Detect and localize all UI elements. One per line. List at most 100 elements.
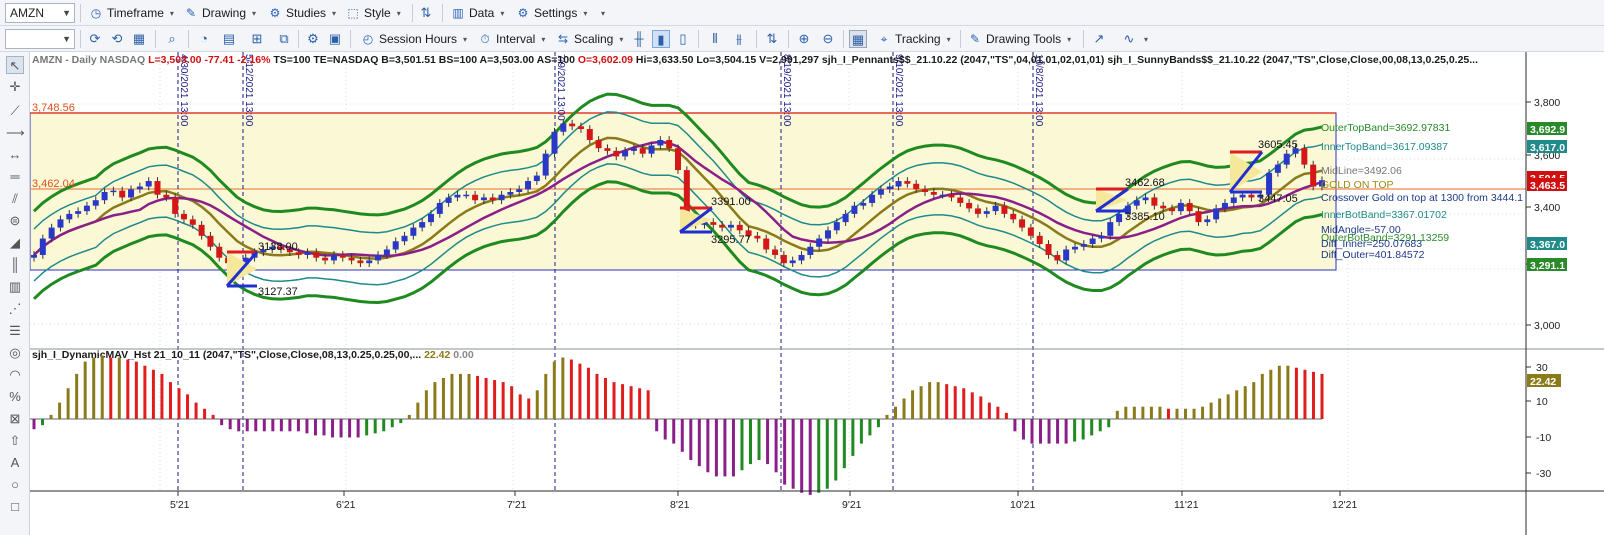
bar-spacing-icon[interactable]: ⫴ (706, 30, 724, 48)
timeframe-menu[interactable]: ◷ Timeframe ▾ (88, 3, 174, 23)
speedometer-icon[interactable]: ◔ (195, 30, 213, 48)
candle-body (586, 129, 593, 140)
candle-body (410, 227, 417, 236)
more-tools-menu[interactable]: ▾ (1138, 29, 1148, 49)
layout-icon[interactable]: ▣ (326, 30, 344, 48)
drawing-tools-menu[interactable]: ✎ Drawing Tools ▾ (967, 29, 1071, 49)
symbol-combo[interactable]: AMZN ▼ (5, 3, 75, 23)
data-menu[interactable]: ▥ Data ▾ (450, 3, 504, 23)
rectangle-icon[interactable]: □ (6, 498, 24, 516)
ellipse-icon[interactable]: ○ (6, 476, 24, 494)
price-axis-label: 3,800 (1534, 97, 1560, 109)
interval-menu[interactable]: ⏱ Interval ▾ (477, 29, 545, 49)
data-window-icon[interactable]: ▤ (220, 30, 238, 48)
format-icon[interactable]: ⚙ (304, 30, 322, 48)
candle-body (348, 257, 355, 261)
candle-body (507, 191, 514, 195)
hline-icon[interactable]: ═ (6, 168, 24, 186)
percent-icon[interactable]: % (6, 388, 24, 406)
andrews-icon[interactable]: ⊠ (6, 410, 24, 428)
fibonacci-icon[interactable]: ⊜ (6, 212, 24, 230)
trendline-icon[interactable]: ⟋ (6, 102, 24, 120)
ray-icon[interactable]: ⟶ (6, 124, 25, 142)
candle-body (1133, 200, 1140, 206)
candle-body (904, 181, 911, 184)
arrow-up-icon[interactable]: ⇧ (6, 432, 24, 450)
bar-width-icon[interactable]: ⫵ (730, 30, 748, 48)
candle-body (877, 189, 884, 195)
magnifier-icon[interactable]: ⌕ (163, 30, 181, 48)
pointer-icon[interactable]: ↖ (6, 56, 24, 74)
candle-body (480, 197, 487, 201)
window-link-icon[interactable]: ⧉ (275, 30, 293, 48)
candle-body (154, 181, 161, 195)
fib-time-icon[interactable]: ▥ (6, 278, 24, 296)
candle-body (145, 181, 152, 187)
tracking-menu[interactable]: ⌖ Tracking ▾ (876, 29, 951, 49)
hollow-candle-icon[interactable]: ▯ (674, 30, 692, 48)
tracking-icon: ⌖ (880, 32, 888, 46)
chart-area[interactable]: 4/30/2021 13:00 5/12/2021 13:00 7/9/2021 1… (29, 52, 1604, 535)
levels-icon[interactable]: ☰ (6, 322, 24, 340)
study-value-label: InnerBotBand=3367.01702 (1321, 209, 1447, 221)
indicator-axis-label: 30 (1536, 362, 1548, 374)
arc-icon[interactable]: ◠ (6, 366, 24, 384)
session-hours-menu[interactable]: ◴ Session Hours ▾ (360, 29, 467, 49)
grid-select-icon[interactable]: ▦ (849, 30, 867, 48)
zoom-in-icon[interactable]: ⊕ (795, 30, 813, 48)
candle-body (189, 219, 196, 225)
indicator-tag-label: 22.42 (1530, 376, 1556, 388)
candle-body (1169, 208, 1176, 212)
chevron-down-icon: ▾ (463, 34, 468, 44)
layout-icon[interactable]: ⇅ (417, 4, 435, 22)
candle-body (1204, 219, 1211, 223)
candle-body (824, 230, 831, 239)
candle-body (136, 186, 143, 190)
text-icon[interactable]: A (6, 454, 24, 472)
refresh-icon[interactable]: ⟳ (86, 30, 104, 48)
settings-menu[interactable]: ⚙ Settings ▾ (515, 3, 588, 23)
vline-icon[interactable]: ║ (6, 256, 24, 274)
trend-chart-icon[interactable]: ↗ (1090, 30, 1108, 48)
candle-body (1151, 197, 1158, 206)
scaling-menu[interactable]: ⇆ Scaling ▾ (555, 29, 623, 49)
indicator-icon[interactable]: ∿ (1120, 30, 1138, 48)
price-label: 3391.00 (711, 196, 751, 208)
candle-body (798, 254, 805, 261)
candle-body (948, 194, 955, 198)
candle-body (657, 139, 664, 146)
refresh-all-icon[interactable]: ⟲ (108, 30, 126, 48)
studies-menu[interactable]: ⚙ Studies ▾ (267, 3, 336, 23)
chart-analysis-icon[interactable]: ⊞ (248, 30, 266, 48)
zoom-out-icon[interactable]: ⊖ (819, 30, 837, 48)
drawing-menu[interactable]: ✎ Drawing ▾ (183, 3, 256, 23)
candle-body (339, 254, 346, 258)
candle-body (816, 238, 823, 247)
spiral-icon[interactable]: ◎ (6, 344, 24, 362)
gann-icon[interactable]: ◢ (6, 234, 24, 252)
study-value-label: OuterTopBand=3692.97831 (1321, 122, 1450, 134)
candle-body (833, 222, 840, 231)
candle-body (401, 235, 408, 242)
layout-icon[interactable]: ⇅ (763, 30, 781, 48)
tracking-label: Tracking (895, 32, 941, 46)
chevron-down-icon[interactable]: ▼ (62, 30, 71, 48)
channel-icon[interactable]: ⫽ (6, 190, 24, 208)
pennant-range-box (29, 112, 1337, 271)
candle-body (974, 208, 981, 214)
grid-icon[interactable]: ▦ (130, 30, 148, 48)
style-menu[interactable]: ⬚ Style ▾ (345, 3, 400, 23)
candle-body (75, 211, 82, 214)
candlestick-icon[interactable]: ▮ (652, 30, 670, 48)
chevron-down-icon[interactable]: ▼ (62, 4, 71, 22)
horizontal-arrows-icon[interactable]: ↔ (6, 146, 24, 164)
interval-combo[interactable]: ▼ (5, 29, 75, 49)
chart-canvas[interactable]: 4/30/2021 13:00 5/12/2021 13:00 7/9/2021 1… (29, 52, 1604, 535)
drawing-tools-icon: ✎ (969, 32, 981, 46)
indicator-axis-label: -30 (1536, 468, 1551, 480)
crosshair-icon[interactable]: ✛ (6, 78, 24, 96)
fan-icon[interactable]: ⋰ (6, 300, 24, 318)
toolbar-divider (188, 30, 189, 48)
ohlc-bar-icon[interactable]: ╫ (630, 30, 648, 48)
more-menu[interactable]: ▾ (595, 3, 605, 23)
